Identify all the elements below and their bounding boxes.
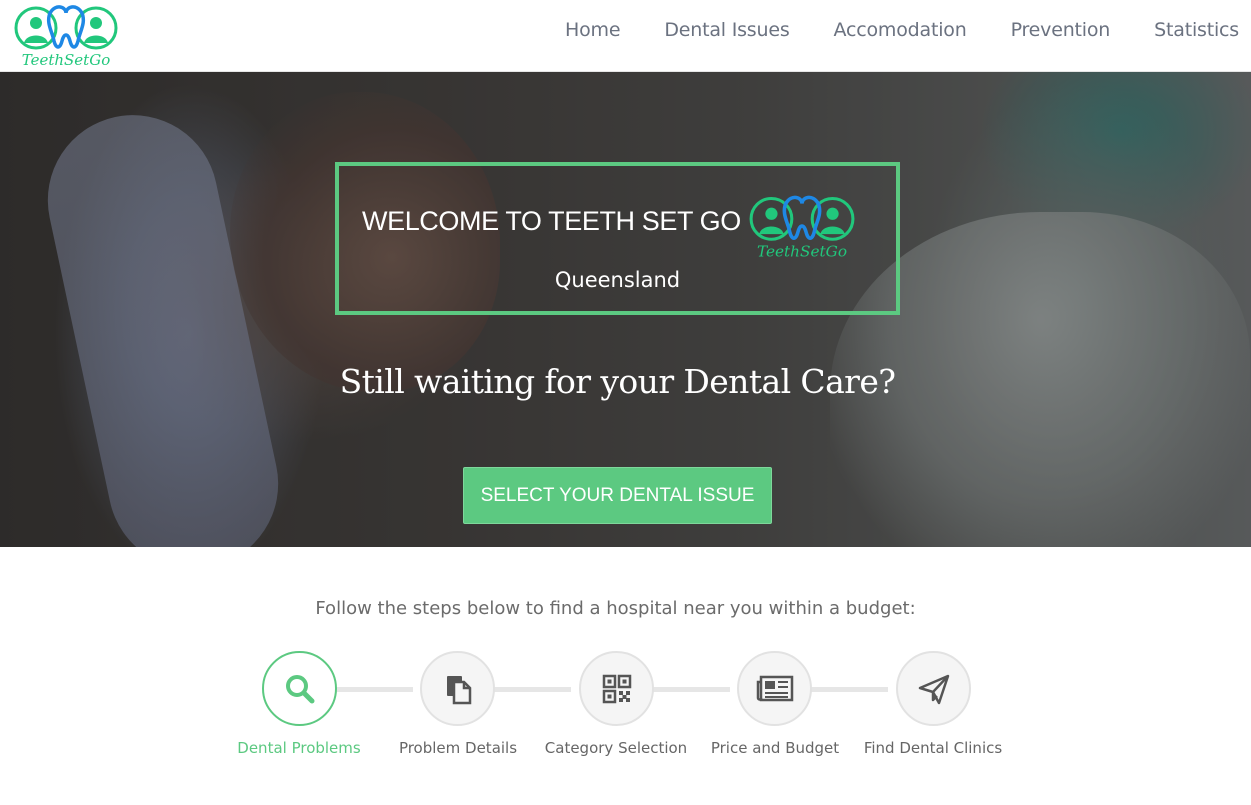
step-label-dental-problems[interactable]: Dental Problems bbox=[214, 739, 384, 757]
step-find-dental-clinics[interactable] bbox=[896, 651, 971, 726]
site-logo[interactable]: TeethSetGo bbox=[12, 3, 120, 69]
nav-dental-issues[interactable]: Dental Issues bbox=[664, 19, 789, 41]
welcome-subtitle-text: Queensland bbox=[554, 268, 681, 292]
step-connector bbox=[493, 687, 571, 692]
select-dental-issue-button[interactable]: SELECT YOUR DENTAL ISSUE bbox=[463, 467, 772, 524]
newspaper-icon bbox=[756, 675, 793, 701]
hero-tagline-text: Still waiting for your Dental Care? bbox=[339, 362, 896, 401]
step-connector bbox=[652, 687, 730, 692]
svg-text:TeethSetGo: TeethSetGo bbox=[22, 51, 110, 69]
nav-prevention[interactable]: Prevention bbox=[1011, 19, 1111, 41]
welcome-logo: TeethSetGo bbox=[747, 192, 857, 262]
steps-intro: Follow the steps below to find a hospita… bbox=[0, 598, 1235, 619]
nav-statistics[interactable]: Statistics bbox=[1154, 19, 1239, 41]
welcome-box: WELCOME TO TEETH SET GO TeethSetGo Queen… bbox=[335, 162, 900, 315]
logo-mark-icon: TeethSetGo bbox=[749, 195, 855, 261]
step-label-find-dental-clinics[interactable]: Find Dental Clinics bbox=[848, 739, 1018, 757]
steps-intro-text: Follow the steps below to find a hospita… bbox=[315, 598, 916, 619]
step-connector bbox=[810, 687, 888, 692]
hero-banner: WELCOME TO TEETH SET GO TeethSetGo Queen… bbox=[0, 72, 1251, 547]
welcome-subtitle: Queensland bbox=[339, 268, 896, 292]
documents-icon bbox=[446, 675, 471, 704]
step-dental-problems[interactable] bbox=[262, 651, 337, 726]
welcome-title: WELCOME TO TEETH SET GO bbox=[362, 206, 741, 236]
hero-tagline: Still waiting for your Dental Care? bbox=[0, 362, 1251, 401]
top-navbar: TeethSetGo Home Dental Issues Accomodati… bbox=[0, 0, 1251, 72]
nav-accomodation[interactable]: Accomodation bbox=[834, 19, 967, 41]
step-label-problem-details[interactable]: Problem Details bbox=[373, 739, 543, 757]
main-nav: Home Dental Issues Accomodation Preventi… bbox=[521, 0, 1239, 60]
paper-plane-icon bbox=[918, 674, 949, 704]
logo-mark-icon: TeethSetGo bbox=[14, 5, 118, 69]
search-icon bbox=[285, 674, 314, 703]
qr-code-icon bbox=[602, 674, 631, 703]
step-problem-details[interactable] bbox=[420, 651, 495, 726]
step-label-category-selection[interactable]: Category Selection bbox=[531, 739, 701, 757]
step-connector bbox=[335, 687, 413, 692]
step-price-and-budget[interactable] bbox=[737, 651, 812, 726]
step-label-price-and-budget[interactable]: Price and Budget bbox=[690, 739, 860, 757]
svg-text:TeethSetGo: TeethSetGo bbox=[757, 243, 847, 261]
step-category-selection[interactable] bbox=[579, 651, 654, 726]
nav-home[interactable]: Home bbox=[565, 19, 621, 41]
